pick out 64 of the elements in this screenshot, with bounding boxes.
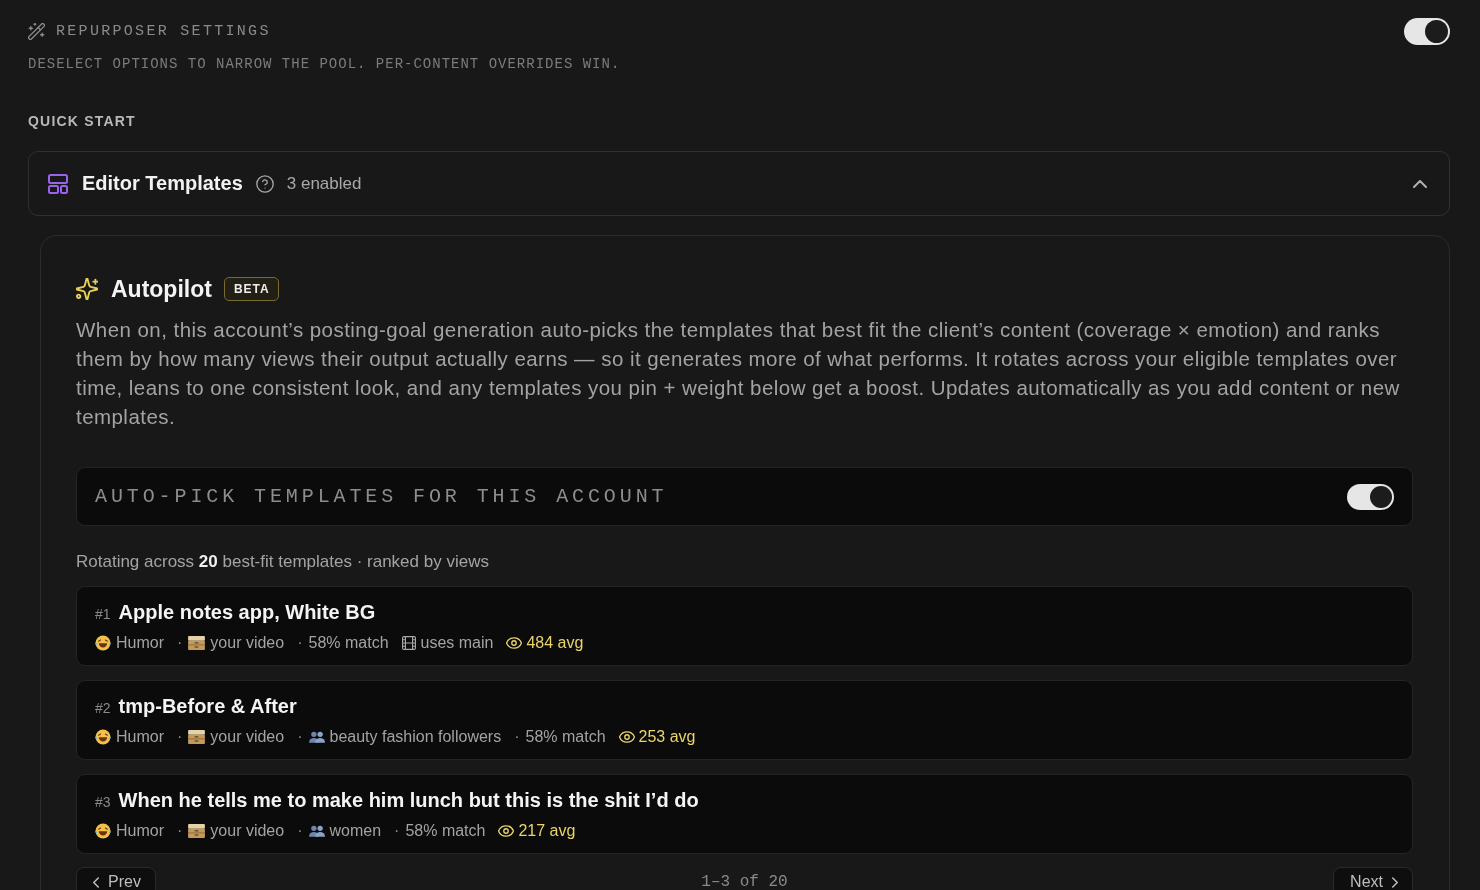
separator-dot: · bbox=[514, 728, 520, 746]
separator-dot: · bbox=[177, 822, 183, 840]
autopilot-title: Autopilot bbox=[111, 275, 212, 303]
eye-icon bbox=[506, 637, 523, 649]
media-label: uses main bbox=[420, 634, 494, 652]
laughing-face-icon bbox=[95, 729, 111, 745]
separator-dot: · bbox=[297, 728, 303, 746]
help-icon[interactable] bbox=[255, 174, 274, 193]
match-score: 58% match bbox=[525, 728, 606, 746]
file-box-icon bbox=[188, 730, 206, 744]
eye-icon bbox=[498, 825, 515, 837]
rotation-summary: Rotating across 20 best-fit templates · ranked by views bbox=[76, 551, 490, 573]
separator-dot: · bbox=[297, 822, 303, 840]
chevron-up-icon[interactable] bbox=[1413, 179, 1427, 188]
emotion-label: Humor bbox=[116, 634, 164, 652]
laughing-face-icon bbox=[95, 823, 111, 839]
rank-number: #3 bbox=[95, 793, 111, 812]
laughing-face-icon bbox=[95, 635, 111, 651]
separator-dot: · bbox=[177, 634, 183, 652]
settings-title: REPURPOSER SETTINGS bbox=[56, 22, 271, 41]
template-title: tmp-Before & After bbox=[118, 694, 297, 718]
collapsible-section-header[interactable]: Editor Templates 3 enabled bbox=[28, 151, 1450, 216]
file-box-icon bbox=[188, 824, 206, 838]
beta-badge: BETA bbox=[223, 277, 279, 301]
separator-dot: · bbox=[394, 822, 400, 840]
autopilot-description: When on, this account’s posting-goal generation auto-picks the templates that best fit the client’s content (coverage × emotion) and ranks them by how many views their output actually earns — so it generates more of what performs. It rotates across your eligible templates over time, leans to one consistent look, and any templates you pin + weight below get a boost. Updates automatically as you add content or new templates. bbox=[76, 317, 1401, 430]
separator-dot: · bbox=[297, 634, 303, 652]
emotion-label: Humor bbox=[116, 822, 164, 840]
layout-icon bbox=[48, 173, 68, 194]
toggle-switch[interactable] bbox=[1347, 483, 1394, 510]
eye-icon bbox=[618, 731, 635, 743]
settings-subtitle: DESELECT OPTIONS TO NARROW THE POOL. PER-CONTENT OVERRIDES WIN. bbox=[28, 55, 622, 73]
source-label: your video bbox=[210, 822, 285, 840]
sparkles-icon bbox=[76, 278, 98, 300]
average-views: 217 avg bbox=[518, 822, 576, 840]
source-label: your video bbox=[210, 634, 285, 652]
match-score: 58% match bbox=[308, 634, 389, 652]
template-title: When he tells me to make him lunch but this is the shit I’d do bbox=[118, 788, 699, 812]
separator-dot: · bbox=[177, 728, 183, 746]
film-icon bbox=[401, 636, 416, 650]
toggle-switch[interactable] bbox=[1404, 18, 1450, 45]
enabled-count: 3 enabled bbox=[286, 173, 362, 194]
section-title: Editor Templates bbox=[82, 172, 243, 195]
people-icon bbox=[308, 731, 325, 743]
source-label: your video bbox=[210, 728, 285, 746]
people-icon bbox=[308, 825, 325, 837]
rank-number: #2 bbox=[95, 699, 111, 718]
file-box-icon bbox=[188, 636, 206, 650]
template-title: Apple notes app, White BG bbox=[118, 600, 376, 624]
previous-page-button[interactable]: Prev bbox=[76, 867, 156, 890]
rank-number: #1 bbox=[95, 605, 111, 624]
chevron-right-icon bbox=[1392, 876, 1398, 888]
magic-wand-icon bbox=[28, 23, 45, 40]
audience-label: women bbox=[329, 822, 382, 840]
section-heading: QUICK START bbox=[28, 112, 137, 130]
average-views: 484 avg bbox=[526, 634, 584, 652]
average-views: 253 avg bbox=[638, 728, 696, 746]
audience-label: beauty fashion followers bbox=[329, 728, 502, 746]
match-score: 58% match bbox=[405, 822, 486, 840]
next-page-button[interactable]: Next bbox=[1333, 867, 1413, 890]
setting-label: AUTO-PICK TEMPLATES FOR THIS ACCOUNT bbox=[95, 485, 668, 508]
chevron-left-icon bbox=[93, 876, 99, 888]
emotion-label: Humor bbox=[116, 728, 164, 746]
page-range: 1–3 of 20 bbox=[701, 873, 788, 890]
